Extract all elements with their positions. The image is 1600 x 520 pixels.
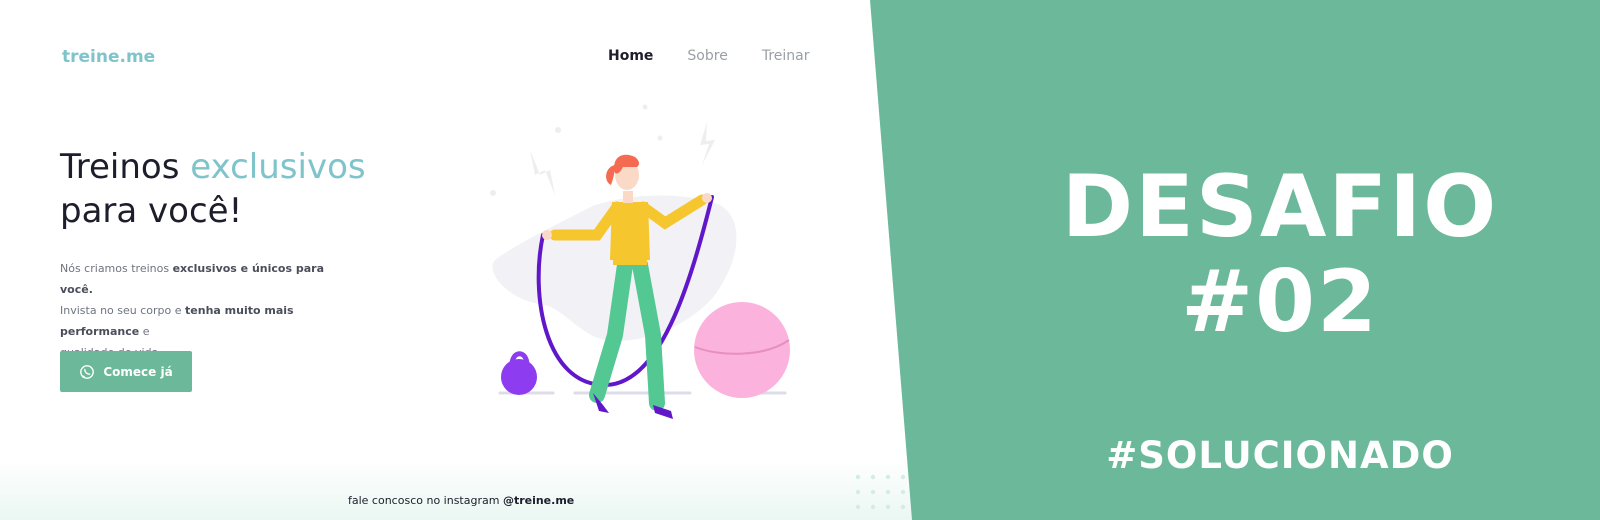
page: treine.me Home Sobre Treinar Treinos exc… <box>0 0 1600 520</box>
banner-subtitle: #SOLUCIONADO <box>1106 434 1454 477</box>
banner-number: #02 <box>1181 252 1379 352</box>
banner-title: DESAFIO <box>1061 157 1499 257</box>
